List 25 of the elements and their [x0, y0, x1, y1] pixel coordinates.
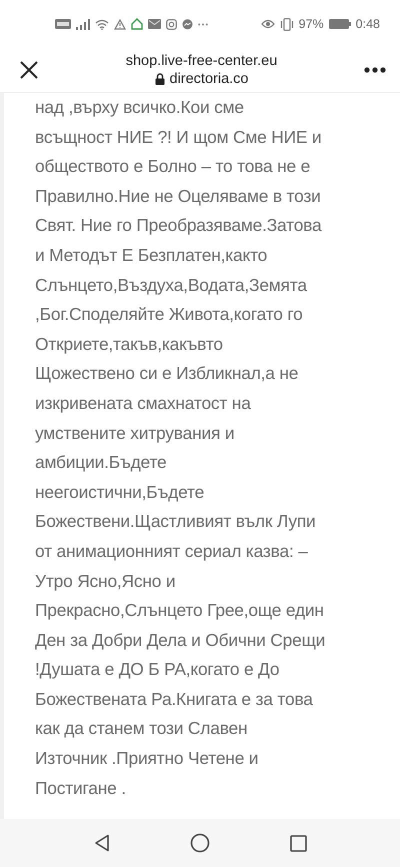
more-icon: [364, 67, 386, 73]
clock-time: 0:48: [356, 17, 380, 31]
battery-icon: [328, 19, 351, 29]
vibrate-icon: [280, 18, 294, 30]
recent-apps-icon[interactable]: [290, 834, 306, 852]
site-domain: directoria.co: [170, 71, 248, 87]
lock-icon: [154, 73, 164, 85]
page-url: shop.live-free-center.eu: [126, 53, 278, 69]
camera-icon: [166, 18, 177, 30]
back-icon[interactable]: [94, 834, 110, 852]
article-paragraph: над ,върху всичко.Кои сме всъщност НИЕ ?! И щом Сме НИЕ и обществото е Болно – то това не е Правилно.Ние не Оцеляваме в този Свят. Ние го Преобразяваме.Затова и Методът Е Безплатен,както Слънцето,Въздуха,Водата,Земята ,Бог.Споделяйте Живота,когато го Откриете,такъв,какъвто Щожествено си е Избликнал,а не изкривената смахнатост на умствените хитрувания и амбиции.Бъдете неегоистични,Бъдете Божествени.Щастливият вълк Лупи от анимационният сериал казва: – Утро Ясно,Ясно и Прекрасно,Слънцето Грее,още един Ден за Добри Дела и Обични Срещи !Душата е ДО Б РА,когато е До Божествената Ра.Книгата е за това как да станем този Славен Източник .Приятно Четене и Постигане .: [35, 96, 326, 800]
warning-icon: [114, 18, 126, 30]
more-menu-button[interactable]: [364, 67, 386, 73]
close-icon: [19, 60, 39, 80]
home-circle-icon[interactable]: [190, 833, 210, 853]
chat-icon: [182, 18, 193, 30]
home-icon: [131, 18, 143, 30]
mail-icon: [148, 19, 161, 29]
volte-icon: [55, 19, 71, 29]
wifi-icon: [95, 18, 109, 30]
battery-percentage: 97%: [298, 17, 324, 31]
more-notifications-icon: [198, 22, 208, 26]
close-button[interactable]: [19, 60, 39, 80]
eye-icon: [260, 19, 275, 29]
signal-icon: [76, 18, 90, 30]
